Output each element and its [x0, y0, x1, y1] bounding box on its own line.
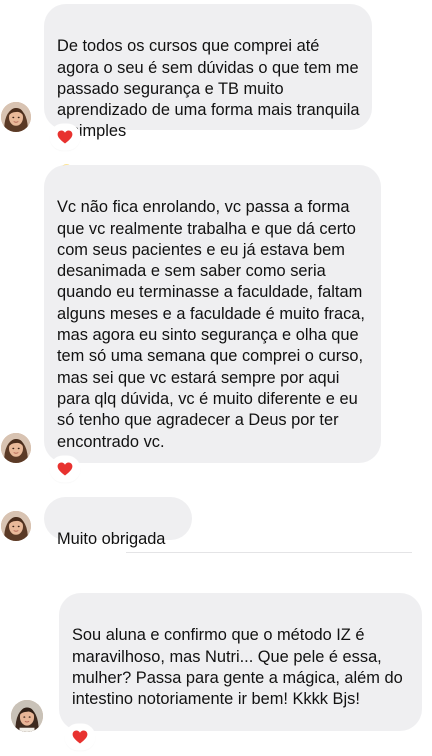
message-bubble-2[interactable]: Vc não fica enrolando, vc passa a forma … [44, 165, 381, 463]
heart-icon [57, 462, 73, 476]
avatar[interactable] [1, 102, 31, 132]
message-text-2: Vc não fica enrolando, vc passa a forma … [57, 198, 365, 451]
message-bubble-3[interactable]: Muito obrigada [44, 497, 192, 548]
message-text-3: Muito obrigada [57, 530, 166, 549]
heart-icon [72, 730, 88, 744]
heart-reaction[interactable] [66, 725, 94, 749]
thread-divider [126, 552, 412, 553]
avatar[interactable] [11, 700, 43, 732]
avatar[interactable] [1, 511, 31, 541]
message-text-1: De todos os cursos que comprei até agora… [57, 37, 360, 141]
message-bubble-4[interactable]: Sou aluna e confirmo que o método IZ é m… [59, 593, 422, 731]
heart-reaction[interactable] [51, 457, 79, 481]
message-bubble-1[interactable]: De todos os cursos que comprei até agora… [44, 4, 372, 183]
avatar[interactable] [1, 433, 31, 463]
message-text-4: Sou aluna e confirmo que o método IZ é m… [72, 626, 403, 709]
heart-reaction[interactable] [51, 125, 79, 149]
heart-icon [57, 130, 73, 144]
